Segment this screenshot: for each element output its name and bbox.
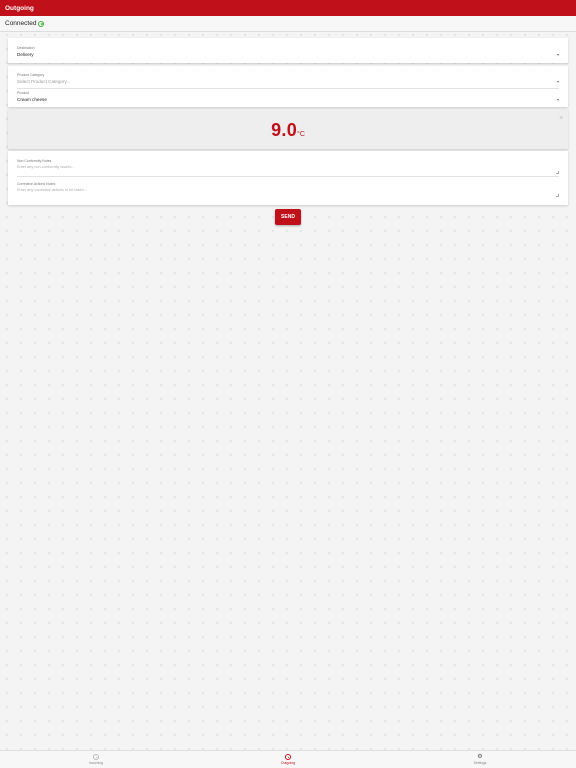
nav-item-label: Settings [473, 761, 487, 765]
corrective-action-field[interactable]: Corrective Actions Notes Enter any corre… [17, 182, 559, 197]
check-circle-icon [38, 20, 45, 27]
destination-label: Destination [17, 46, 35, 50]
product-label: Product [17, 91, 30, 95]
app-bar: Outgoing [0, 0, 576, 16]
product-select[interactable]: Product Cream cheese [17, 91, 559, 102]
nav-item-label: Outgoing [280, 761, 296, 765]
connection-status-bar: Connected [0, 16, 576, 32]
temperature-unit: °C [297, 131, 305, 138]
corrective-action-label: Corrective Actions Notes [17, 182, 56, 186]
page-title: Outgoing [5, 4, 34, 12]
non-conformity-label: Non Conformity Notes [17, 159, 52, 163]
product-category-underline [17, 88, 559, 89]
send-button[interactable]: SEND [275, 209, 301, 225]
product-category-select[interactable]: Product Category Select Product Category… [17, 73, 559, 89]
chevron-down-icon [557, 81, 559, 83]
chevron-down-icon [557, 99, 559, 101]
temperature-value: 9.0 [271, 120, 298, 140]
nav-item-incoming[interactable]: Incoming [76, 754, 116, 765]
product-category-label: Product Category [17, 73, 45, 77]
outgoing-icon [285, 754, 291, 760]
nav-item-label: Incoming [88, 761, 104, 765]
product-category-value: Select Product Category... [17, 79, 71, 84]
destination-select[interactable]: Destination Delivery [17, 46, 559, 57]
incoming-icon [93, 754, 99, 760]
chevron-down-icon [557, 54, 559, 56]
product-value: Cream cheese [17, 97, 47, 102]
resize-handle-icon[interactable] [556, 194, 559, 197]
connection-status-label: Connected [5, 20, 37, 27]
nav-item-outgoing[interactable]: Outgoing [268, 754, 308, 765]
non-conformity-field[interactable]: Non Conformity Notes Enter any non-confo… [17, 159, 559, 177]
non-conformity-input[interactable]: Enter any non-conformity issues... [17, 165, 559, 169]
notes-card: Non Conformity Notes Enter any non-confo… [8, 151, 568, 205]
destination-card: Destination Delivery [8, 38, 568, 63]
product-card: Product Category Select Product Category… [8, 66, 568, 107]
temperature-reading: 9.0°C [8, 120, 568, 141]
bottom-nav: Incoming Outgoing ⚙ Settings [0, 750, 576, 768]
gear-icon: ⚙ [477, 754, 483, 760]
destination-value: Delivery [17, 52, 34, 57]
temperature-card: ⟳ 9.0°C [8, 109, 568, 149]
resize-handle-icon[interactable] [556, 171, 559, 174]
corrective-action-input[interactable]: Enter any corrective actions to be taken… [17, 188, 559, 192]
nav-item-settings[interactable]: ⚙ Settings [460, 754, 500, 765]
non-conformity-underline [17, 176, 559, 177]
